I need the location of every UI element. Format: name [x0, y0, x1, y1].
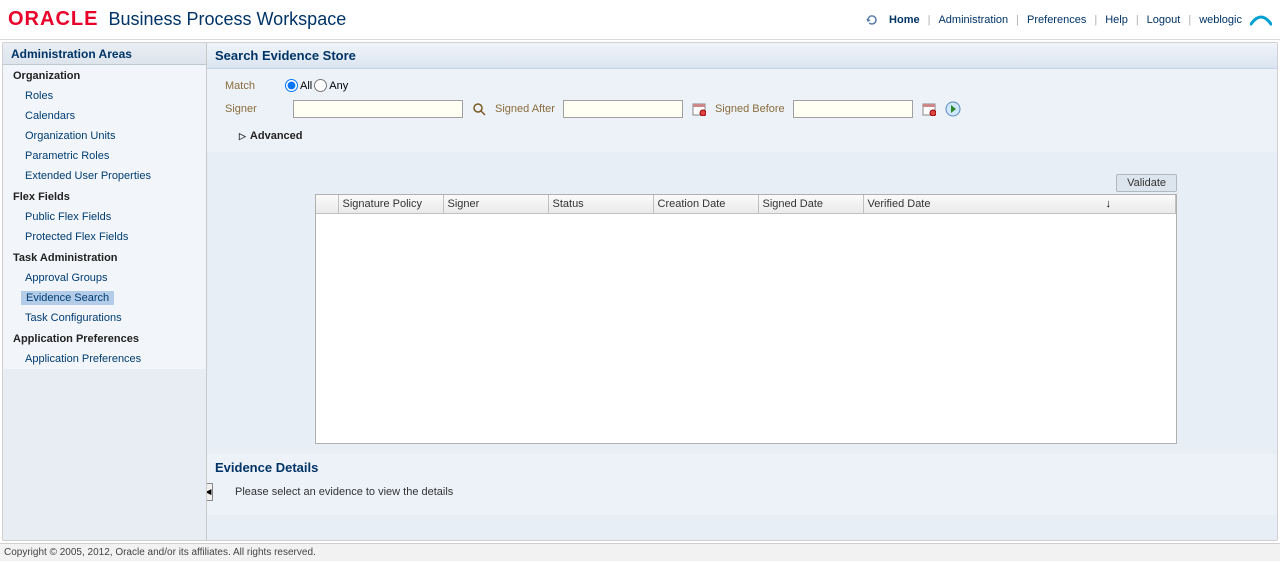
signer-lookup-icon[interactable]	[471, 101, 487, 117]
sidebar-item-extended-user-properties[interactable]: Extended User Properties	[3, 166, 206, 186]
content-scroll[interactable]: Search Evidence Store Match All Any	[207, 43, 1277, 540]
table-header-row: Signature Policy Signer Status Creation …	[316, 195, 1176, 213]
match-row: Match All Any	[225, 79, 1269, 92]
match-label: Match	[225, 80, 265, 92]
collapse-left-icon[interactable]: ◄	[207, 483, 213, 501]
match-all-radio[interactable]: All	[285, 79, 312, 92]
col-signature-policy[interactable]: Signature Policy	[338, 195, 443, 213]
sidebar-group-task-administration: Task Administration Approval Groups Evid…	[3, 247, 206, 328]
match-any-label: Any	[329, 80, 348, 92]
oracle-swoosh-icon	[1250, 12, 1272, 28]
triangle-right-icon: ▷	[239, 131, 246, 142]
evidence-details-panel: Evidence Details ◄ Please select an evid…	[207, 454, 1277, 515]
sidebar-group-application-preferences: Application Preferences Application Pref…	[3, 328, 206, 369]
results-table-wrap: Signature Policy Signer Status Creation …	[315, 194, 1177, 444]
search-form: Match All Any	[207, 69, 1277, 152]
signer-label: Signer	[225, 103, 265, 115]
group-header-flex-fields: Flex Fields	[3, 186, 206, 207]
signed-before-calendar-icon[interactable]	[921, 101, 937, 117]
search-panel-title: Search Evidence Store	[207, 43, 1277, 69]
footer: Copyright © 2005, 2012, Oracle and/or it…	[0, 543, 1280, 561]
sidebar-item-organization-units[interactable]: Organization Units	[3, 126, 206, 146]
details-message: Please select an evidence to view the de…	[221, 486, 453, 498]
sidebar-group-organization: Organization Roles Calendars Organizatio…	[3, 65, 206, 186]
col-creation-date[interactable]: Creation Date	[653, 195, 758, 213]
details-body: ◄ Please select an evidence to view the …	[207, 479, 1277, 505]
nav-logout[interactable]: Logout	[1145, 14, 1183, 26]
app-title: Business Process Workspace	[108, 9, 346, 30]
col-verified-date[interactable]: Verified Date ↓	[863, 195, 1176, 213]
match-radio-group: All Any	[285, 79, 348, 92]
oracle-logo: ORACLE	[8, 8, 98, 31]
nav-help[interactable]: Help	[1103, 14, 1130, 26]
evidence-details-title: Evidence Details	[207, 454, 1277, 479]
sidebar-item-task-configurations[interactable]: Task Configurations	[3, 308, 206, 328]
sidebar-item-parametric-roles[interactable]: Parametric Roles	[3, 146, 206, 166]
signer-input[interactable]	[293, 100, 463, 118]
advanced-label: Advanced	[250, 130, 303, 142]
nav-home[interactable]: Home	[887, 14, 922, 26]
sidebar-item-protected-flex-fields[interactable]: Protected Flex Fields	[3, 227, 206, 247]
col-select[interactable]	[316, 195, 338, 213]
group-header-application-preferences: Application Preferences	[3, 328, 206, 349]
copyright: Copyright © 2005, 2012, Oracle and/or it…	[4, 547, 316, 558]
sidebar-item-application-preferences[interactable]: Application Preferences	[3, 349, 206, 369]
col-signer[interactable]: Signer	[443, 195, 548, 213]
sidebar-group-flex-fields: Flex Fields Public Flex Fields Protected…	[3, 186, 206, 247]
refresh-icon[interactable]	[863, 11, 881, 29]
body-area: Administration Areas Organization Roles …	[2, 42, 1278, 541]
sort-desc-icon: ↓	[1106, 198, 1112, 210]
go-search-icon[interactable]	[945, 101, 961, 117]
header-right: Home | Administration | Preferences | He…	[863, 11, 1272, 29]
signed-before-input[interactable]	[793, 100, 913, 118]
sidebar-item-roles[interactable]: Roles	[3, 86, 206, 106]
sidebar-title: Administration Areas	[3, 43, 206, 65]
sidebar-item-calendars[interactable]: Calendars	[3, 106, 206, 126]
signed-after-label: Signed After	[495, 103, 555, 115]
sidebar-item-evidence-search[interactable]: Evidence Search	[21, 291, 114, 305]
content: Search Evidence Store Match All Any	[207, 43, 1277, 540]
sidebar-item-approval-groups[interactable]: Approval Groups	[3, 268, 206, 288]
group-header-task-administration: Task Administration	[3, 247, 206, 268]
group-header-organization: Organization	[3, 65, 206, 86]
signed-after-calendar-icon[interactable]	[691, 101, 707, 117]
match-all-input[interactable]	[285, 79, 298, 92]
match-any-radio[interactable]: Any	[314, 79, 348, 92]
match-all-label: All	[300, 80, 312, 92]
signed-after-input[interactable]	[563, 100, 683, 118]
nav-administration[interactable]: Administration	[936, 14, 1010, 26]
nav-user[interactable]: weblogic	[1197, 14, 1244, 26]
validate-button[interactable]: Validate	[1116, 174, 1177, 192]
table-toolbar: Validate	[207, 152, 1277, 194]
results-table: Signature Policy Signer Status Creation …	[316, 195, 1176, 214]
col-status[interactable]: Status	[548, 195, 653, 213]
match-any-input[interactable]	[314, 79, 327, 92]
nav-preferences[interactable]: Preferences	[1025, 14, 1088, 26]
sidebar-item-public-flex-fields[interactable]: Public Flex Fields	[3, 207, 206, 227]
signed-before-label: Signed Before	[715, 103, 785, 115]
app-header: ORACLE Business Process Workspace Home |…	[0, 0, 1280, 40]
col-signed-date[interactable]: Signed Date	[758, 195, 863, 213]
advanced-toggle[interactable]: ▷ Advanced	[225, 126, 1269, 146]
sidebar: Administration Areas Organization Roles …	[3, 43, 207, 540]
criteria-row: Signer Signed After Signed Before	[225, 100, 1269, 118]
search-panel: Search Evidence Store Match All Any	[207, 43, 1277, 515]
